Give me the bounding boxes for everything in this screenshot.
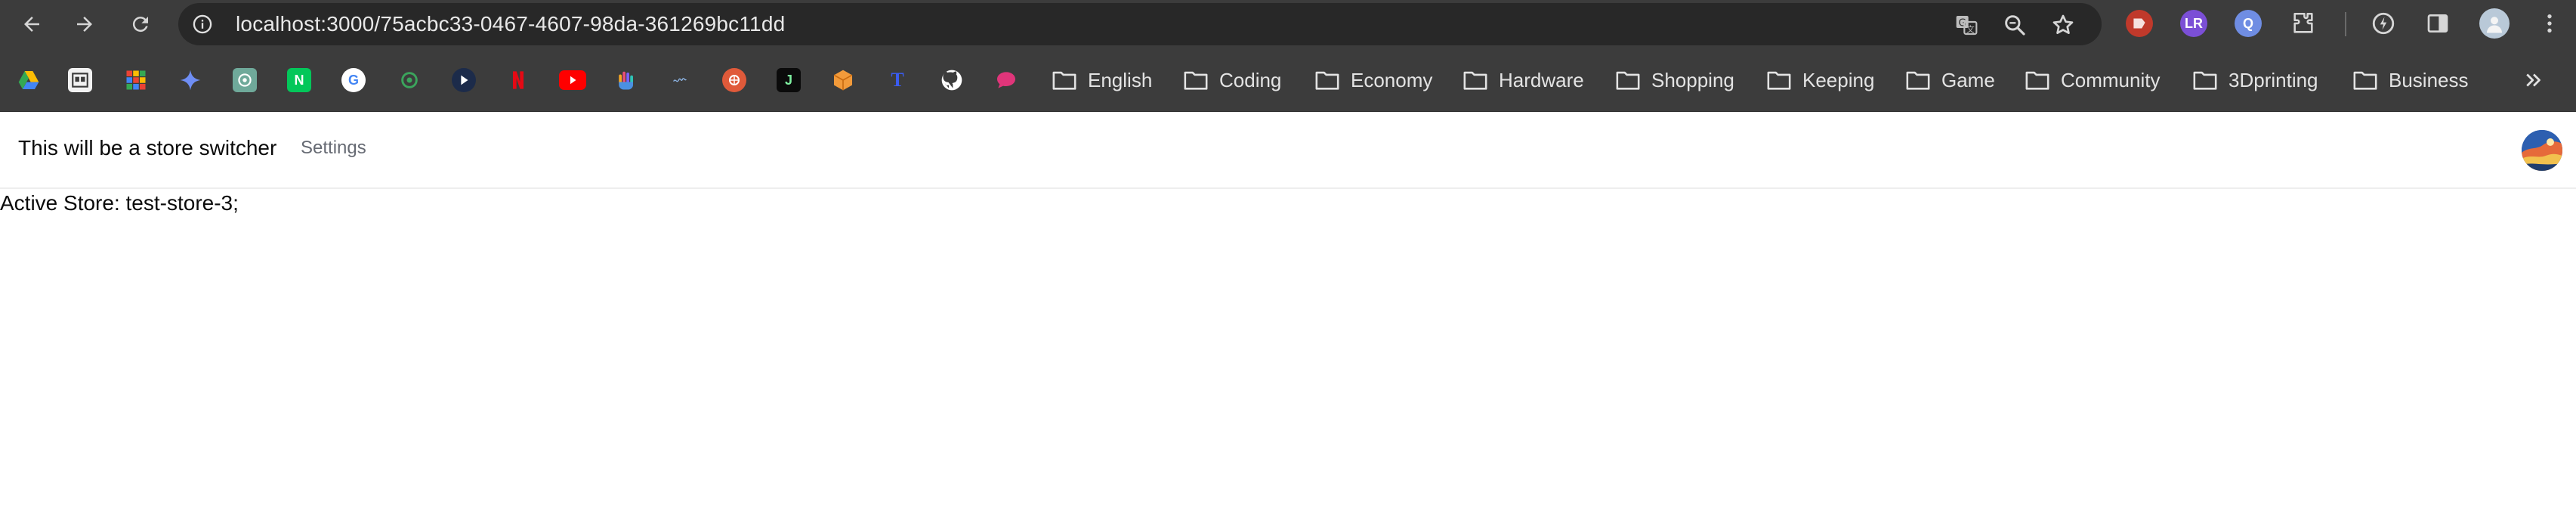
site-info-button[interactable] (192, 14, 213, 35)
folder-icon (2353, 71, 2377, 90)
google-drive-icon[interactable] (17, 68, 41, 92)
chat-bubble-icon[interactable] (994, 68, 1018, 92)
bookmark-folder-label: 3Dprinting (2229, 68, 2318, 91)
browser-menu-button[interactable] (2537, 11, 2562, 36)
folder-icon (1052, 71, 1076, 90)
youtube-icon[interactable] (559, 70, 586, 90)
back-button[interactable] (14, 6, 50, 42)
lr-extension-label: LR (2185, 15, 2203, 31)
bookmarks-bar: N G J T English Coding Economy Hardware … (0, 48, 2576, 112)
cube-icon[interactable] (831, 68, 855, 92)
bookmark-folder-label: English (1088, 68, 1153, 91)
github-icon[interactable] (940, 68, 964, 92)
folder-icon (1184, 71, 1208, 90)
bookmark-folder-label: Game (1941, 68, 1995, 91)
bookmark-folder-community[interactable]: Community (2025, 63, 2160, 97)
bookmark-folder-3dprinting[interactable]: 3Dprinting (2192, 63, 2318, 97)
bookmark-folder-keeping[interactable]: Keeping (1766, 63, 1874, 97)
puzzle-icon (2293, 12, 2313, 33)
forward-button[interactable] (66, 6, 103, 42)
folder-icon (1315, 71, 1339, 90)
search-extension-label: Q (2242, 15, 2253, 31)
t-icon[interactable]: T (885, 68, 910, 92)
star-icon (2052, 14, 2074, 34)
green-circle-icon[interactable] (397, 68, 422, 92)
play-icon[interactable] (452, 68, 476, 92)
google-sheets-grid-icon[interactable] (124, 68, 148, 92)
reload-icon (132, 17, 148, 32)
kebab-menu-icon (2547, 14, 2552, 32)
bookmark-folder-label: Coding (1219, 68, 1282, 91)
side-panel-button[interactable] (2425, 11, 2451, 36)
store-switcher[interactable]: This will be a store switcher (18, 136, 276, 160)
bookmark-folder-label: Shopping (1651, 68, 1734, 91)
svg-text:文: 文 (1966, 24, 1975, 34)
bookmarks-overflow-button[interactable] (2520, 68, 2547, 92)
zoom-button[interactable] (2002, 12, 2028, 38)
t-label: T (891, 69, 904, 91)
folder-icon (2025, 71, 2049, 90)
google-icon[interactable]: G (341, 68, 366, 92)
bookmark-folder-coding[interactable]: Coding (1183, 63, 1281, 97)
bookmark-folder-business[interactable]: Business (2352, 63, 2469, 97)
url-text[interactable]: localhost:3000/75acbc33-0467-4607-98da-3… (236, 3, 785, 45)
search-extension-icon[interactable]: Q (2235, 10, 2262, 37)
chatgpt-icon[interactable] (233, 68, 257, 92)
folder-icon (1616, 71, 1640, 90)
reload-button[interactable] (122, 6, 159, 42)
red-circle-icon[interactable] (722, 68, 746, 92)
bookmark-folder-label: Keeping (1802, 68, 1875, 91)
chevron-double-right-icon (2526, 73, 2540, 87)
translate-button[interactable]: G 文 (1954, 12, 1979, 38)
bookmark-star-button[interactable] (2050, 12, 2076, 38)
bookmark-folder-label: Economy (1351, 68, 1433, 91)
app-header: This will be a store switcher Settings (0, 112, 2576, 189)
bookmark-folder-english[interactable]: English (1052, 63, 1152, 97)
active-store-text: Active Store: test-store-3; (0, 191, 239, 215)
bookmark-folder-game[interactable]: Game (1905, 63, 1995, 97)
j-label: J (784, 72, 792, 88)
bookmark-folder-shopping[interactable]: Shopping (1615, 63, 1734, 97)
j-icon[interactable]: J (777, 68, 801, 92)
zoom-icon (2005, 15, 2025, 36)
hand-icon[interactable] (613, 68, 638, 92)
naver-icon[interactable]: N (287, 68, 311, 92)
toolbar-separator (2345, 12, 2346, 36)
arrow-right-icon (77, 17, 92, 32)
folder-icon (1906, 71, 1930, 90)
profile-avatar-icon[interactable] (2479, 8, 2510, 39)
folder-icon (1463, 71, 1487, 90)
mybook-icon[interactable] (668, 68, 692, 92)
extensions-button[interactable] (2290, 11, 2316, 36)
folder-icon (2193, 71, 2217, 90)
address-bar[interactable]: localhost:3000/75acbc33-0467-4607-98da-3… (178, 3, 2102, 45)
naver-label: N (294, 72, 304, 88)
bookmark-folder-label: Business (2389, 68, 2469, 91)
folder-icon (1767, 71, 1791, 90)
settings-link[interactable]: Settings (301, 138, 366, 159)
info-circle-icon (193, 14, 212, 34)
speedometer-icon (2372, 12, 2395, 35)
lr-extension-icon[interactable]: LR (2180, 10, 2207, 37)
bookmark-folder-label: Hardware (1499, 68, 1584, 91)
translate-icon: G 文 (1956, 16, 1978, 36)
netflix-icon[interactable] (506, 68, 530, 92)
user-avatar-icon[interactable] (2522, 130, 2562, 171)
bookmark-folder-economy[interactable]: Economy (1314, 63, 1432, 97)
bookmark-folder-hardware[interactable]: Hardware (1463, 63, 1584, 97)
roomie-icon[interactable] (68, 68, 92, 92)
bookmark-folder-label: Community (2061, 68, 2161, 91)
gemini-icon[interactable] (178, 68, 202, 92)
performance-button[interactable] (2371, 11, 2396, 36)
browser-toolbar: localhost:3000/75acbc33-0467-4607-98da-3… (0, 0, 2576, 48)
arrow-left-icon (24, 17, 39, 32)
red-extension-icon[interactable] (2126, 10, 2153, 37)
google-label: G (347, 72, 359, 88)
side-panel-icon (2427, 14, 2448, 32)
